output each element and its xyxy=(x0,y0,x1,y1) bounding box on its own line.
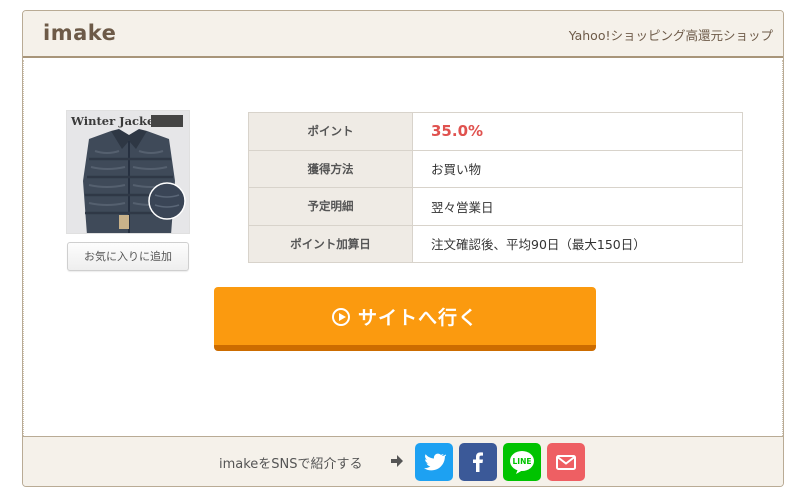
detail-key: 獲得方法 xyxy=(248,149,413,188)
add-to-favorites-button[interactable]: お気に入りに追加 xyxy=(67,242,189,271)
shop-card: imake Yahoo!ショッピング高還元ショップ Winter Jacket xyxy=(22,10,784,487)
point-rate-value: 35.0% xyxy=(412,112,743,151)
twitter-icon xyxy=(424,453,446,471)
detail-value: お買い物 xyxy=(412,149,743,188)
detail-value: 翌々営業日 xyxy=(412,187,743,226)
detail-key: ポイント xyxy=(248,112,413,151)
card-body: Winter Jacket お気に入りに追加 ポイント 35.0% 獲得方法 お… xyxy=(23,60,783,438)
arrow-right-icon xyxy=(391,455,403,467)
shop-name[interactable]: imake xyxy=(43,21,116,45)
line-icon-label: LINE xyxy=(512,457,532,466)
line-share-button[interactable]: LINE xyxy=(503,443,541,481)
detail-value: 注文確認後、平均90日（最大150日） xyxy=(412,224,743,263)
shop-source: Yahoo!ショッピング高還元ショップ xyxy=(568,28,773,43)
go-button-content: サイトへ行く xyxy=(214,303,596,330)
product-image[interactable]: Winter Jacket xyxy=(66,110,190,234)
facebook-share-button[interactable] xyxy=(459,443,497,481)
twitter-share-button[interactable] xyxy=(415,443,453,481)
table-row: ポイント加算日 注文確認後、平均90日（最大150日） xyxy=(248,224,743,263)
share-footer: imakeをSNSで紹介する LINE xyxy=(23,436,783,486)
image-brand-badge xyxy=(151,115,183,127)
table-row: 獲得方法 お買い物 xyxy=(248,149,743,188)
play-circle-icon xyxy=(331,307,350,326)
details-table: ポイント 35.0% 獲得方法 お買い物 予定明細 翌々営業日 ポイント加算日 … xyxy=(248,112,743,263)
go-to-site-button[interactable]: サイトへ行く xyxy=(214,287,596,351)
share-text: imakeをSNSで紹介する xyxy=(219,457,363,472)
table-row: 予定明細 翌々営業日 xyxy=(248,187,743,226)
facebook-icon xyxy=(473,452,483,472)
card-header: imake Yahoo!ショッピング高還元ショップ xyxy=(23,11,783,58)
detail-key: 予定明細 xyxy=(248,187,413,226)
image-title: Winter Jacket xyxy=(71,114,160,128)
mail-icon xyxy=(556,455,576,470)
jacket-photo xyxy=(67,111,189,233)
table-row: ポイント 35.0% xyxy=(248,112,743,151)
detail-key: ポイント加算日 xyxy=(248,224,413,263)
go-button-label: サイトへ行く xyxy=(357,307,478,329)
mail-share-button[interactable] xyxy=(547,443,585,481)
